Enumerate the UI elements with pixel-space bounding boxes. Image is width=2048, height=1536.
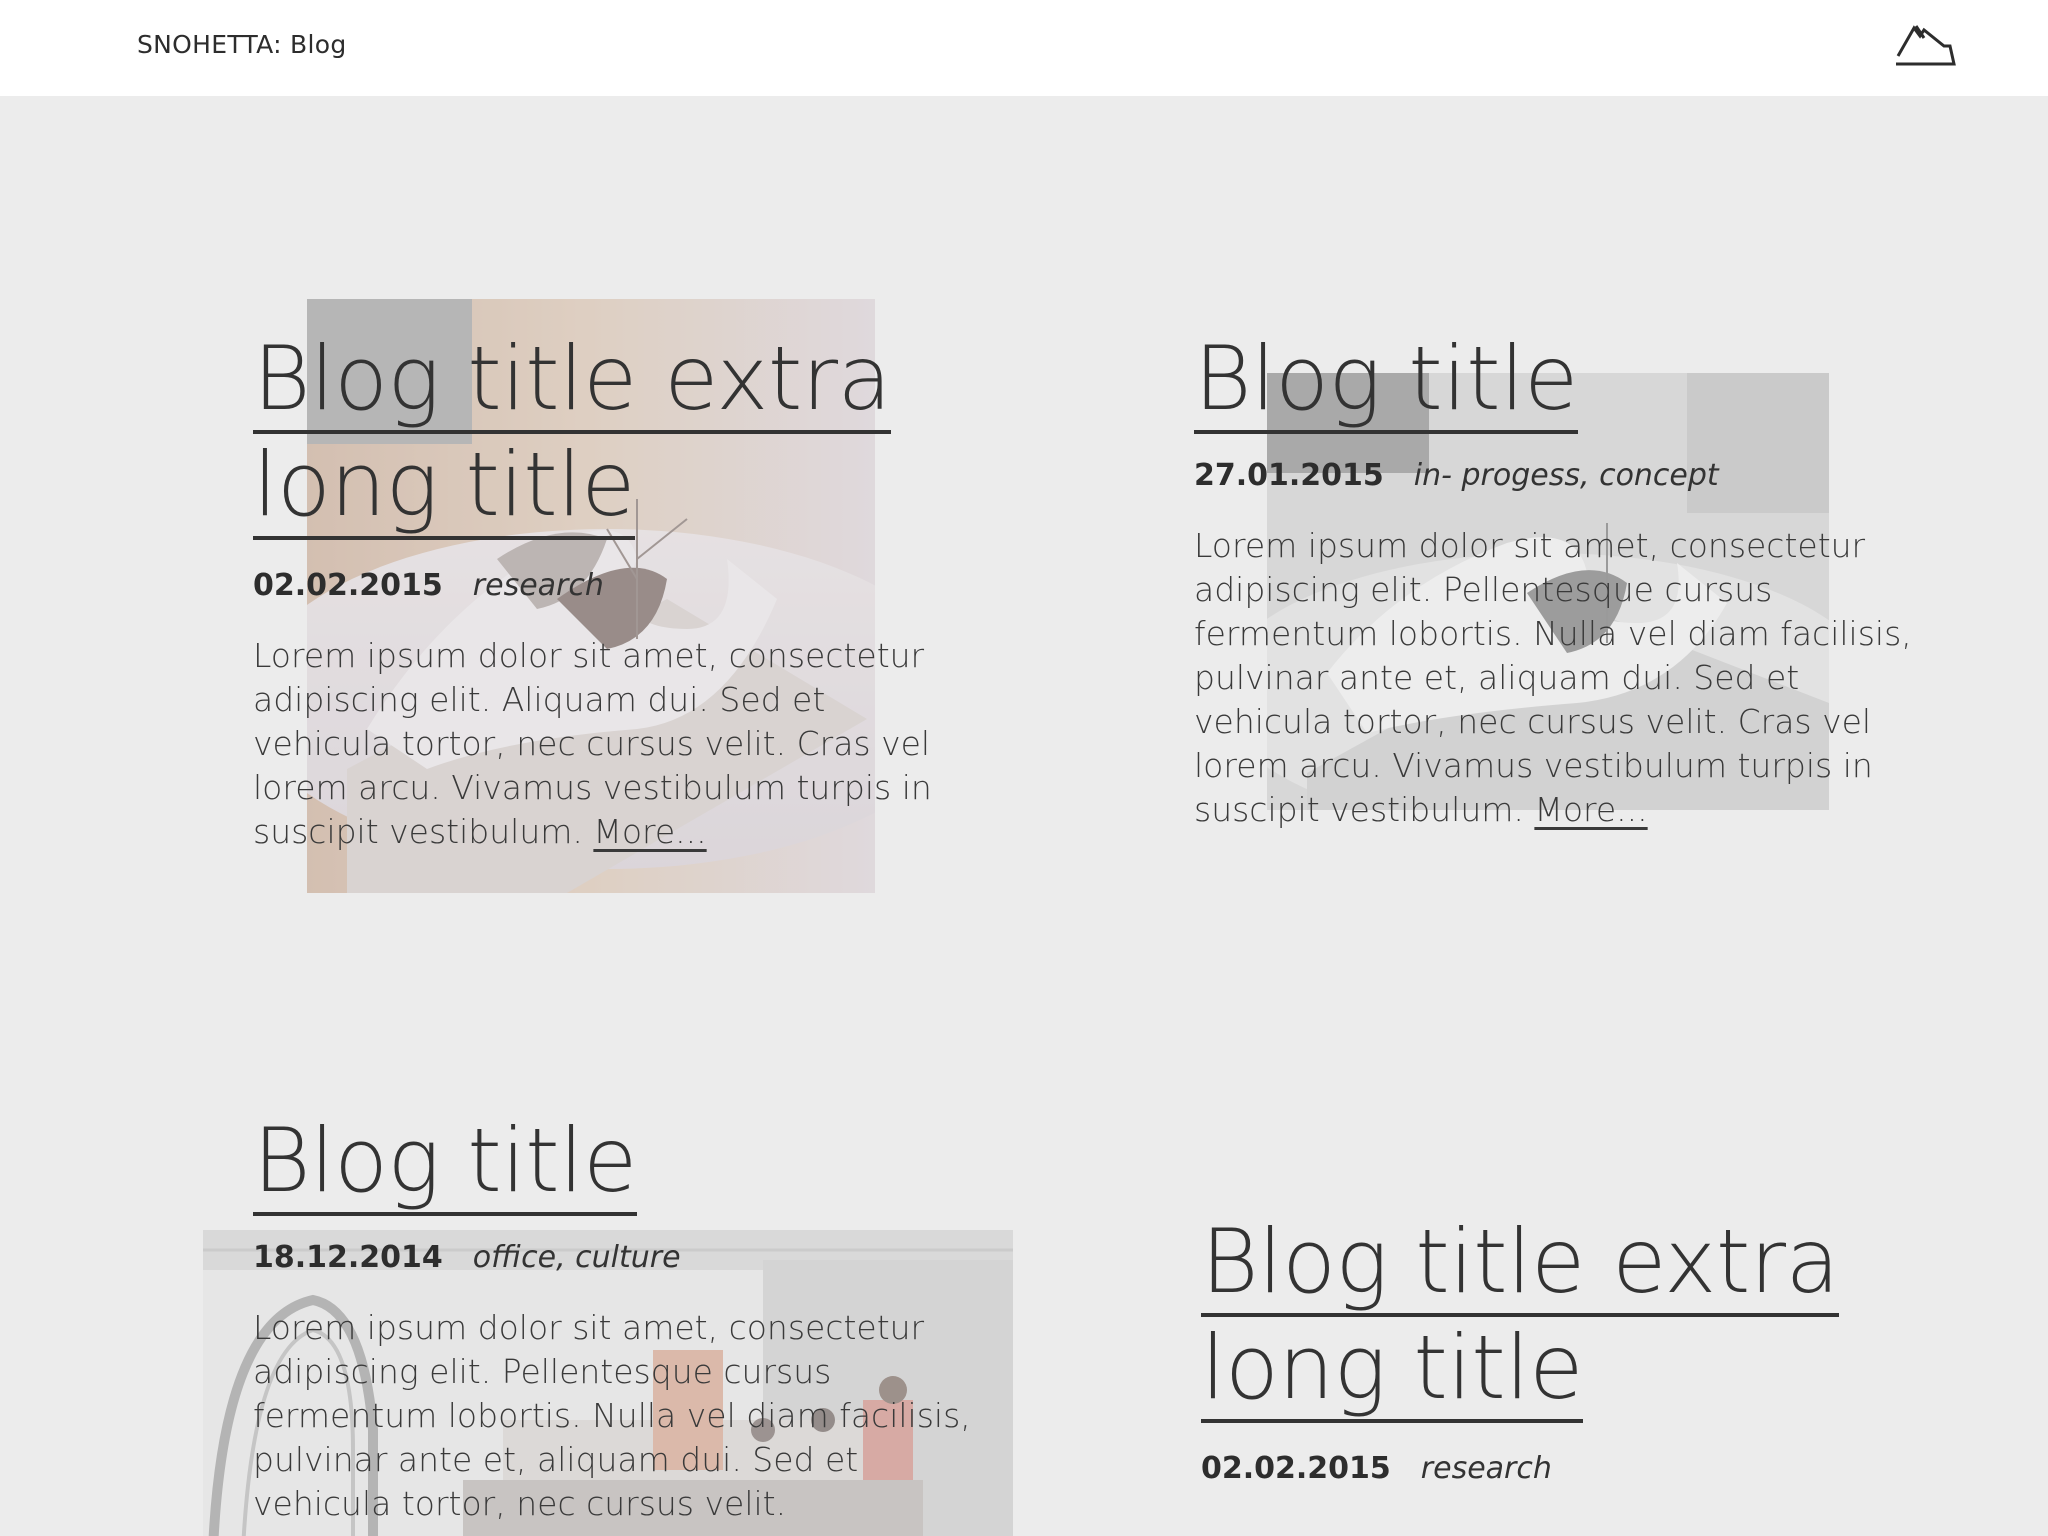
post-title-link[interactable]: Blog title extra xyxy=(1201,1210,1840,1317)
post-excerpt: Lorem ipsum dolor sit amet, consectetur … xyxy=(1194,524,1914,832)
post-excerpt-text: Lorem ipsum dolor sit amet, consectetur … xyxy=(1194,526,1912,829)
post-tags[interactable]: research xyxy=(473,568,604,603)
post-title: Blog title xyxy=(1194,326,1914,434)
mountain-logo-icon[interactable] xyxy=(1892,20,1960,72)
blog-post: Blog title extra long title 02.02.2015 re… xyxy=(0,96,1024,896)
blog-post: Blog title 27.01.2015 in- progess, concep… xyxy=(1024,96,2048,896)
post-tags[interactable]: research xyxy=(1421,1451,1552,1486)
blog-post: Blog title 18.12.2014 office, culture Lor… xyxy=(0,876,1024,1536)
post-excerpt-text: Lorem ipsum dolor sit amet, consectetur … xyxy=(253,1308,971,1523)
post-excerpt: Lorem ipsum dolor sit amet, consectetur … xyxy=(253,1306,973,1526)
post-meta: 27.01.2015 in- progess, concept xyxy=(1194,456,1914,496)
post-tags[interactable]: in- progess, concept xyxy=(1414,458,1719,493)
post-title-link[interactable]: long title xyxy=(253,433,635,540)
more-link[interactable]: More... xyxy=(593,812,706,851)
site-title[interactable]: SNOHETTA: Blog xyxy=(137,30,347,59)
blog-post: Blog title extra long title 02.02.2015 re… xyxy=(1024,876,2048,1536)
post-date: 02.02.2015 xyxy=(253,568,443,603)
post-excerpt: Lorem ipsum dolor sit amet, consectetur … xyxy=(253,634,973,854)
post-tags[interactable]: office, culture xyxy=(473,1240,681,1275)
top-bar: SNOHETTA: Blog xyxy=(0,0,2048,96)
more-link[interactable]: More... xyxy=(1534,790,1647,829)
post-title-link[interactable]: long title xyxy=(1201,1316,1583,1423)
post-title: Blog title extra long title xyxy=(253,326,973,540)
post-meta: 02.02.2015 research xyxy=(1201,1449,1921,1489)
post-title: Blog title xyxy=(253,1108,973,1216)
post-date: 02.02.2015 xyxy=(1201,1451,1391,1486)
post-title: Blog title extra long title xyxy=(1201,1209,1921,1423)
post-meta: 18.12.2014 office, culture xyxy=(253,1238,973,1278)
post-date: 18.12.2014 xyxy=(253,1240,443,1275)
blog-feed: Blog title extra long title 02.02.2015 re… xyxy=(0,96,2048,1536)
post-title-link[interactable]: Blog title xyxy=(253,1109,637,1216)
post-date: 27.01.2015 xyxy=(1194,458,1384,493)
post-meta: 02.02.2015 research xyxy=(253,566,973,606)
post-title-link[interactable]: Blog title extra xyxy=(253,327,892,434)
post-title-link[interactable]: Blog title xyxy=(1194,327,1578,434)
